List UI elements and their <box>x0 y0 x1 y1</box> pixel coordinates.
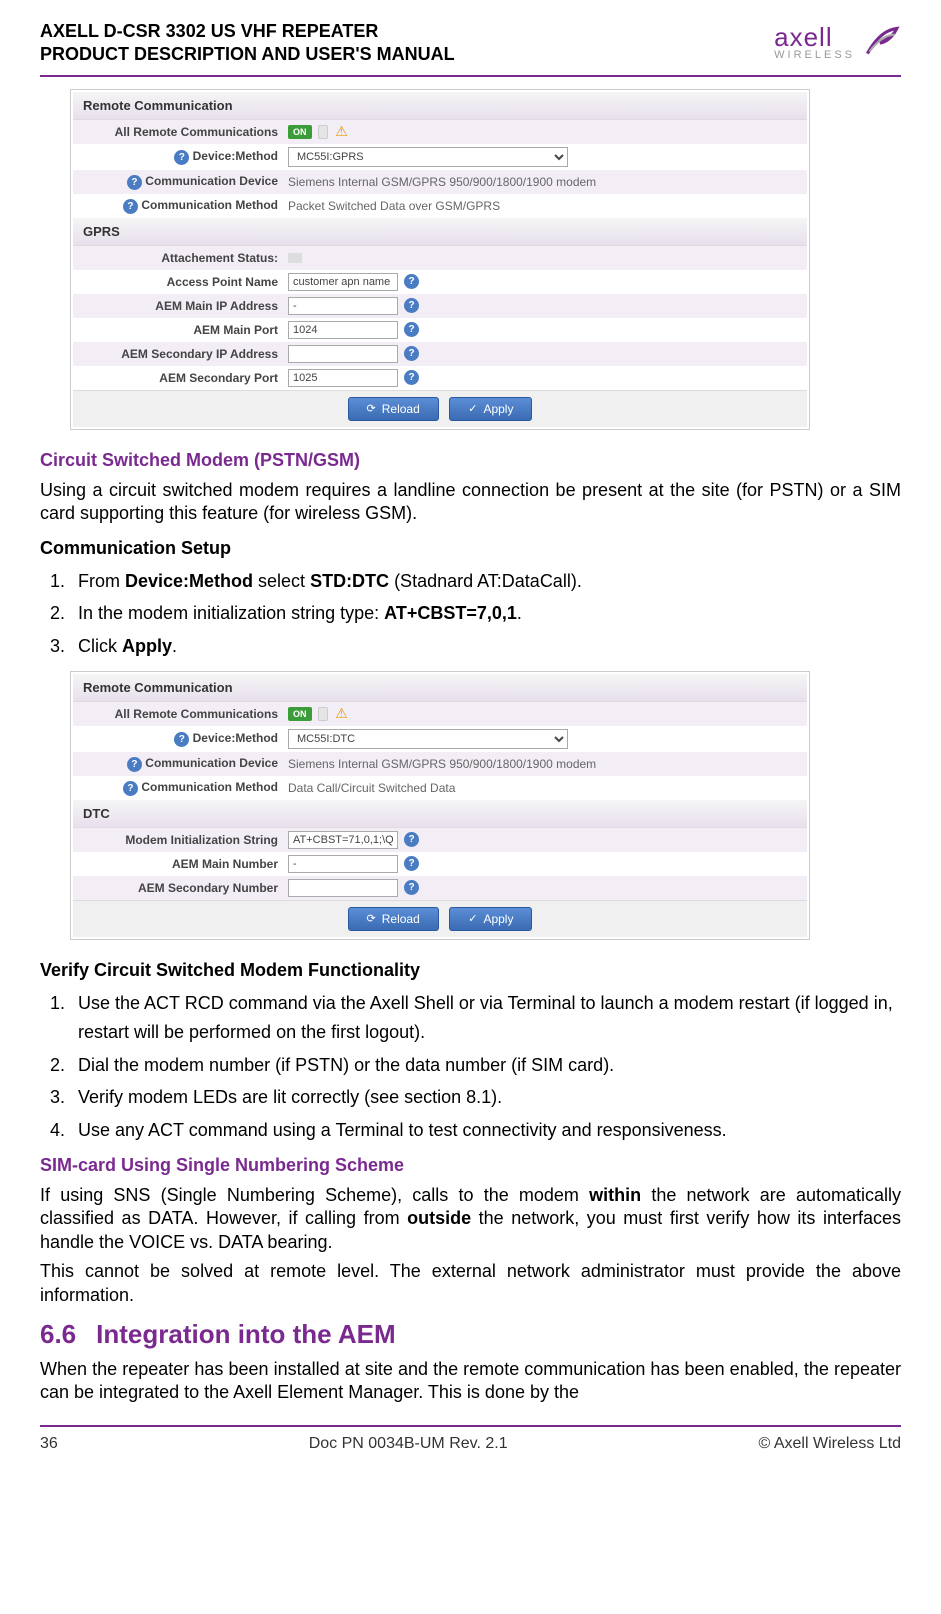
help-icon[interactable]: ? <box>404 856 419 871</box>
verify-title: Verify Circuit Switched Modem Functional… <box>40 960 901 981</box>
sec-port-input[interactable] <box>288 369 398 387</box>
remote-comm-header: Remote Communication <box>73 674 807 702</box>
page-footer: 36 Doc PN 0034B-UM Rev. 2.1 © Axell Wire… <box>40 1425 901 1453</box>
integration-heading: 6.6 Integration into the AEM <box>40 1319 901 1350</box>
reload-button[interactable]: ⟳Reload <box>348 397 439 421</box>
header-line1: AXELL D-CSR 3302 US VHF REPEATER <box>40 20 455 43</box>
main-ip-label: AEM Main IP Address <box>73 299 288 313</box>
circuit-switched-intro: Using a circuit switched modem requires … <box>40 479 901 526</box>
help-icon[interactable]: ? <box>404 370 419 385</box>
help-icon[interactable]: ? <box>174 732 189 747</box>
toggle-slider-icon[interactable] <box>318 707 328 721</box>
sns-para: If using SNS (Single Numbering Scheme), … <box>40 1184 901 1254</box>
comm-setup-title: Communication Setup <box>40 538 901 559</box>
help-icon[interactable]: ? <box>404 298 419 313</box>
remote-comm-header: Remote Communication <box>73 92 807 120</box>
page-header: AXELL D-CSR 3302 US VHF REPEATER PRODUCT… <box>40 20 901 77</box>
all-remote-label: All Remote Communications <box>73 707 288 721</box>
apn-label: Access Point Name <box>73 275 288 289</box>
reload-icon: ⟳ <box>367 402 376 415</box>
all-remote-label: All Remote Communications <box>73 125 288 139</box>
help-icon[interactable]: ? <box>404 322 419 337</box>
logo-sub-text: WIRELESS <box>774 49 855 61</box>
device-method-select[interactable]: MC55I:DTC <box>288 729 568 749</box>
attach-status-value <box>288 253 302 263</box>
help-icon[interactable]: ? <box>404 880 419 895</box>
reload-icon: ⟳ <box>367 912 376 925</box>
list-item: From Device:Method select STD:DTC (Stadn… <box>70 567 901 596</box>
help-icon[interactable]: ? <box>174 150 189 165</box>
apply-button[interactable]: ✓Apply <box>449 907 532 931</box>
sec-num-input[interactable] <box>288 879 398 897</box>
list-item: Use the ACT RCD command via the Axell Sh… <box>70 989 901 1047</box>
sec-num-label: AEM Secondary Number <box>73 881 288 895</box>
sec-ip-label: AEM Secondary IP Address <box>73 347 288 361</box>
comm-method-value: Data Call/Circuit Switched Data <box>288 781 455 795</box>
comm-device-label: Communication Device <box>145 174 278 188</box>
sec-port-label: AEM Secondary Port <box>73 371 288 385</box>
help-icon[interactable]: ? <box>404 346 419 361</box>
list-item: In the modem initialization string type:… <box>70 599 901 628</box>
list-item: Dial the modem number (if PSTN) or the d… <box>70 1051 901 1080</box>
init-string-input[interactable] <box>288 831 398 849</box>
section-title: Integration into the AEM <box>96 1319 395 1349</box>
comm-device-label: Communication Device <box>145 756 278 770</box>
warning-icon: ⚠ <box>334 125 350 139</box>
main-port-input[interactable] <box>288 321 398 339</box>
section-number: 6.6 <box>40 1319 76 1349</box>
warning-icon: ⚠ <box>334 707 350 721</box>
comm-method-value: Packet Switched Data over GSM/GPRS <box>288 199 500 213</box>
main-port-label: AEM Main Port <box>73 323 288 337</box>
main-ip-input[interactable] <box>288 297 398 315</box>
dtc-header: DTC <box>73 800 807 828</box>
logo-swirl-icon <box>859 20 901 62</box>
help-icon[interactable]: ? <box>127 175 142 190</box>
copyright: © Axell Wireless Ltd <box>759 1435 902 1453</box>
main-num-input[interactable] <box>288 855 398 873</box>
sec-ip-input[interactable] <box>288 345 398 363</box>
apply-button[interactable]: ✓Apply <box>449 397 532 421</box>
remote-comm-dtc-panel: Remote Communication All Remote Communic… <box>70 671 810 940</box>
help-icon[interactable]: ? <box>404 832 419 847</box>
sns-para2: This cannot be solved at remote level. T… <box>40 1260 901 1307</box>
remote-comm-gprs-panel: Remote Communication All Remote Communic… <box>70 89 810 430</box>
device-method-select[interactable]: MC55I:GPRS <box>288 147 568 167</box>
all-remote-toggle[interactable]: ON <box>288 125 312 139</box>
toggle-slider-icon[interactable] <box>318 125 328 139</box>
logo-brand-text: axell <box>774 22 832 52</box>
gprs-header: GPRS <box>73 218 807 246</box>
help-icon[interactable]: ? <box>404 274 419 289</box>
reload-button[interactable]: ⟳Reload <box>348 907 439 931</box>
help-icon[interactable]: ? <box>123 199 138 214</box>
verify-steps: Use the ACT RCD command via the Axell Sh… <box>70 989 901 1145</box>
circuit-switched-title: Circuit Switched Modem (PSTN/GSM) <box>40 450 901 471</box>
check-icon: ✓ <box>468 912 477 925</box>
list-item: Verify modem LEDs are lit correctly (see… <box>70 1083 901 1112</box>
list-item: Use any ACT command using a Terminal to … <box>70 1116 901 1145</box>
integration-para: When the repeater has been installed at … <box>40 1358 901 1405</box>
doc-revision: Doc PN 0034B-UM Rev. 2.1 <box>309 1435 508 1453</box>
comm-method-label: Communication Method <box>141 198 278 212</box>
page-number: 36 <box>40 1435 58 1453</box>
comm-setup-steps: From Device:Method select STD:DTC (Stadn… <box>70 567 901 661</box>
device-method-label: Device:Method <box>193 731 278 745</box>
sns-title: SIM-card Using Single Numbering Scheme <box>40 1155 901 1176</box>
check-icon: ✓ <box>468 402 477 415</box>
help-icon[interactable]: ? <box>123 781 138 796</box>
comm-device-value: Siemens Internal GSM/GPRS 950/900/1800/1… <box>288 757 596 771</box>
help-icon[interactable]: ? <box>127 757 142 772</box>
attach-status-label: Attachement Status: <box>73 251 288 265</box>
comm-method-label: Communication Method <box>141 780 278 794</box>
init-string-label: Modem Initialization String <box>73 833 288 847</box>
brand-logo: axell WIRELESS <box>774 20 901 62</box>
header-line2: PRODUCT DESCRIPTION AND USER'S MANUAL <box>40 43 455 66</box>
device-method-label: Device:Method <box>193 149 278 163</box>
all-remote-toggle[interactable]: ON <box>288 707 312 721</box>
main-num-label: AEM Main Number <box>73 857 288 871</box>
comm-device-value: Siemens Internal GSM/GPRS 950/900/1800/1… <box>288 175 596 189</box>
list-item: Click Apply. <box>70 632 901 661</box>
apn-input[interactable] <box>288 273 398 291</box>
